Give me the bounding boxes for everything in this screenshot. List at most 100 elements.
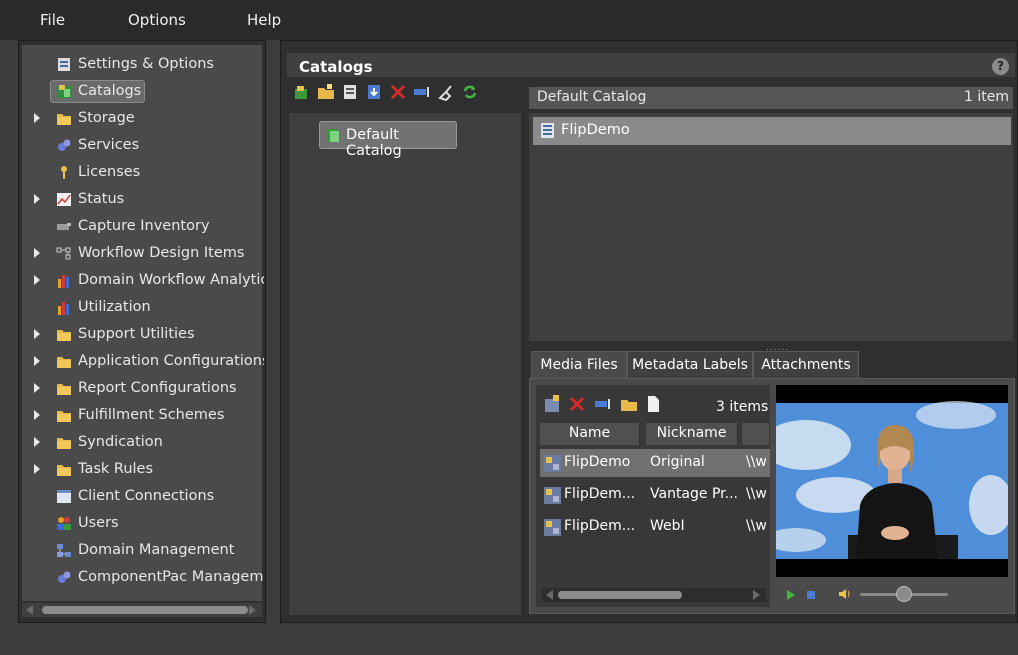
sidebar-item-workflow-design-items[interactable]: Workflow Design Items [22, 242, 264, 266]
tab-media-files[interactable]: Media Files [531, 351, 627, 379]
capture-icon [56, 219, 72, 234]
player-controls [776, 581, 1008, 607]
media-nickname: Original [650, 454, 705, 470]
column-header-name[interactable]: Name [540, 423, 640, 445]
sidebar-item-settings-options[interactable]: Settings & Options [22, 53, 264, 77]
users-icon [56, 516, 72, 531]
media-item-icon [541, 123, 554, 138]
import-icon[interactable] [365, 83, 383, 101]
new-catalog-icon[interactable] [293, 83, 311, 101]
expand-arrow-icon[interactable] [34, 383, 40, 393]
catalog-items-list: FlipDemo [529, 113, 1013, 341]
expand-arrow-icon[interactable] [34, 437, 40, 447]
sidebar-item-domain-workflow-analytic[interactable]: Domain Workflow Analytic [22, 269, 264, 293]
sidebar-item-capture-inventory[interactable]: Capture Inventory [22, 215, 264, 239]
expand-arrow-icon[interactable] [34, 248, 40, 258]
column-header-nickname[interactable]: Nickname [646, 423, 738, 445]
volume-slider-thumb[interactable] [896, 586, 912, 602]
sidebar-item-status[interactable]: Status [22, 188, 264, 212]
stop-icon[interactable] [806, 590, 816, 600]
expand-arrow-icon[interactable] [34, 356, 40, 366]
folder-icon [56, 111, 72, 126]
menu-help[interactable]: Help [247, 11, 281, 29]
rename-media-icon[interactable] [594, 395, 612, 413]
media-file-icon [544, 455, 561, 472]
new-folder-icon[interactable] [317, 83, 335, 101]
sidebar-item-utilization[interactable]: Utilization [22, 296, 264, 320]
play-icon[interactable] [786, 589, 796, 601]
folder-icon [56, 327, 72, 342]
column-header-path[interactable] [742, 423, 770, 445]
sidebar-item-label: Catalogs [78, 83, 142, 99]
scroll-right-arrow-icon[interactable] [753, 590, 760, 600]
cleanup-icon[interactable] [437, 83, 455, 101]
scrollbar-thumb[interactable] [42, 606, 248, 614]
sidebar-item-users[interactable]: Users [22, 512, 264, 536]
media-scrollbar[interactable] [542, 588, 766, 602]
sidebar-item-fulfillment-schemes[interactable]: Fulfillment Schemes [22, 404, 264, 428]
document-icon[interactable] [644, 395, 662, 413]
sidebar-item-catalogs[interactable]: Catalogs [22, 80, 264, 104]
delete-media-icon[interactable] [568, 395, 586, 413]
sidebar-item-task-rules[interactable]: Task Rules [22, 458, 264, 482]
help-button[interactable]: ? [992, 58, 1009, 75]
expand-arrow-icon[interactable] [34, 194, 40, 204]
navigation-scrollbar[interactable] [22, 603, 262, 617]
item-count: 1 item [964, 89, 1009, 105]
refresh-icon[interactable] [461, 83, 479, 101]
sidebar-item-report-configurations[interactable]: Report Configurations [22, 377, 264, 401]
catalog-label: Default Catalog [346, 127, 402, 159]
expand-arrow-icon[interactable] [34, 329, 40, 339]
sidebar-item-label: Capture Inventory [78, 218, 210, 234]
catalog-item-default[interactable]: Default Catalog [319, 121, 457, 159]
media-nickname: WebI [650, 518, 685, 534]
expand-arrow-icon[interactable] [34, 113, 40, 123]
sidebar-item-label: Domain Management [78, 542, 235, 558]
status-bar [0, 626, 1018, 655]
sidebar-item-support-utilities[interactable]: Support Utilities [22, 323, 264, 347]
sidebar-item-syndication[interactable]: Syndication [22, 431, 264, 455]
sidebar-item-label: Support Utilities [78, 326, 195, 342]
catalog-tree: Default Catalog [289, 113, 521, 615]
video-preview[interactable] [776, 385, 1008, 577]
list-item-label: FlipDemo [561, 122, 630, 138]
menu-options[interactable]: Options [128, 11, 186, 29]
delete-icon[interactable] [389, 83, 407, 101]
media-count: 3 items [716, 399, 769, 415]
properties-icon[interactable] [341, 83, 359, 101]
scrollbar-thumb[interactable] [558, 591, 682, 599]
list-item[interactable]: FlipDemo [533, 117, 1011, 145]
expand-arrow-icon[interactable] [34, 464, 40, 474]
sidebar-item-licenses[interactable]: Licenses [22, 161, 264, 185]
scroll-left-arrow-icon[interactable] [546, 590, 553, 600]
add-media-icon[interactable] [544, 395, 562, 413]
scroll-right-arrow-icon[interactable] [249, 605, 256, 615]
tab-metadata-labels[interactable]: Metadata Labels [627, 351, 753, 378]
catalog-name: Default Catalog [537, 89, 647, 105]
menu-bar: File Options Help [0, 0, 1018, 40]
rename-icon[interactable] [413, 83, 431, 101]
sidebar-item-storage[interactable]: Storage [22, 107, 264, 131]
sidebar-item-application-configurations[interactable]: Application Configurations [22, 350, 264, 374]
open-folder-icon[interactable] [620, 395, 638, 413]
network-icon [56, 543, 72, 558]
navigation-tree: Settings & Options Catalogs Storage Service… [22, 45, 264, 601]
page-title: Catalogs [299, 58, 373, 76]
workflow-icon [56, 246, 72, 261]
expand-arrow-icon[interactable] [34, 275, 40, 285]
scroll-left-arrow-icon[interactable] [26, 605, 33, 615]
sidebar-item-services[interactable]: Services [22, 134, 264, 158]
menu-file[interactable]: File [40, 11, 65, 29]
services-icon [56, 570, 72, 585]
table-row[interactable]: FlipDem... WebI \\w [540, 513, 770, 541]
volume-icon[interactable] [838, 587, 852, 601]
sidebar-item-domain-management[interactable]: Domain Management [22, 539, 264, 563]
expand-arrow-icon[interactable] [34, 410, 40, 420]
services-icon [56, 138, 72, 153]
table-row[interactable]: FlipDem... Vantage Pr... \\w [540, 481, 770, 509]
tab-attachments[interactable]: Attachments [753, 351, 859, 378]
catalog-items-header: Default Catalog 1 item [529, 87, 1013, 109]
sidebar-item-client-connections[interactable]: Client Connections [22, 485, 264, 509]
sidebar-item-componentpac-manageme[interactable]: ComponentPac Manageme [22, 566, 264, 590]
table-row[interactable]: FlipDemo Original \\w [540, 449, 770, 477]
